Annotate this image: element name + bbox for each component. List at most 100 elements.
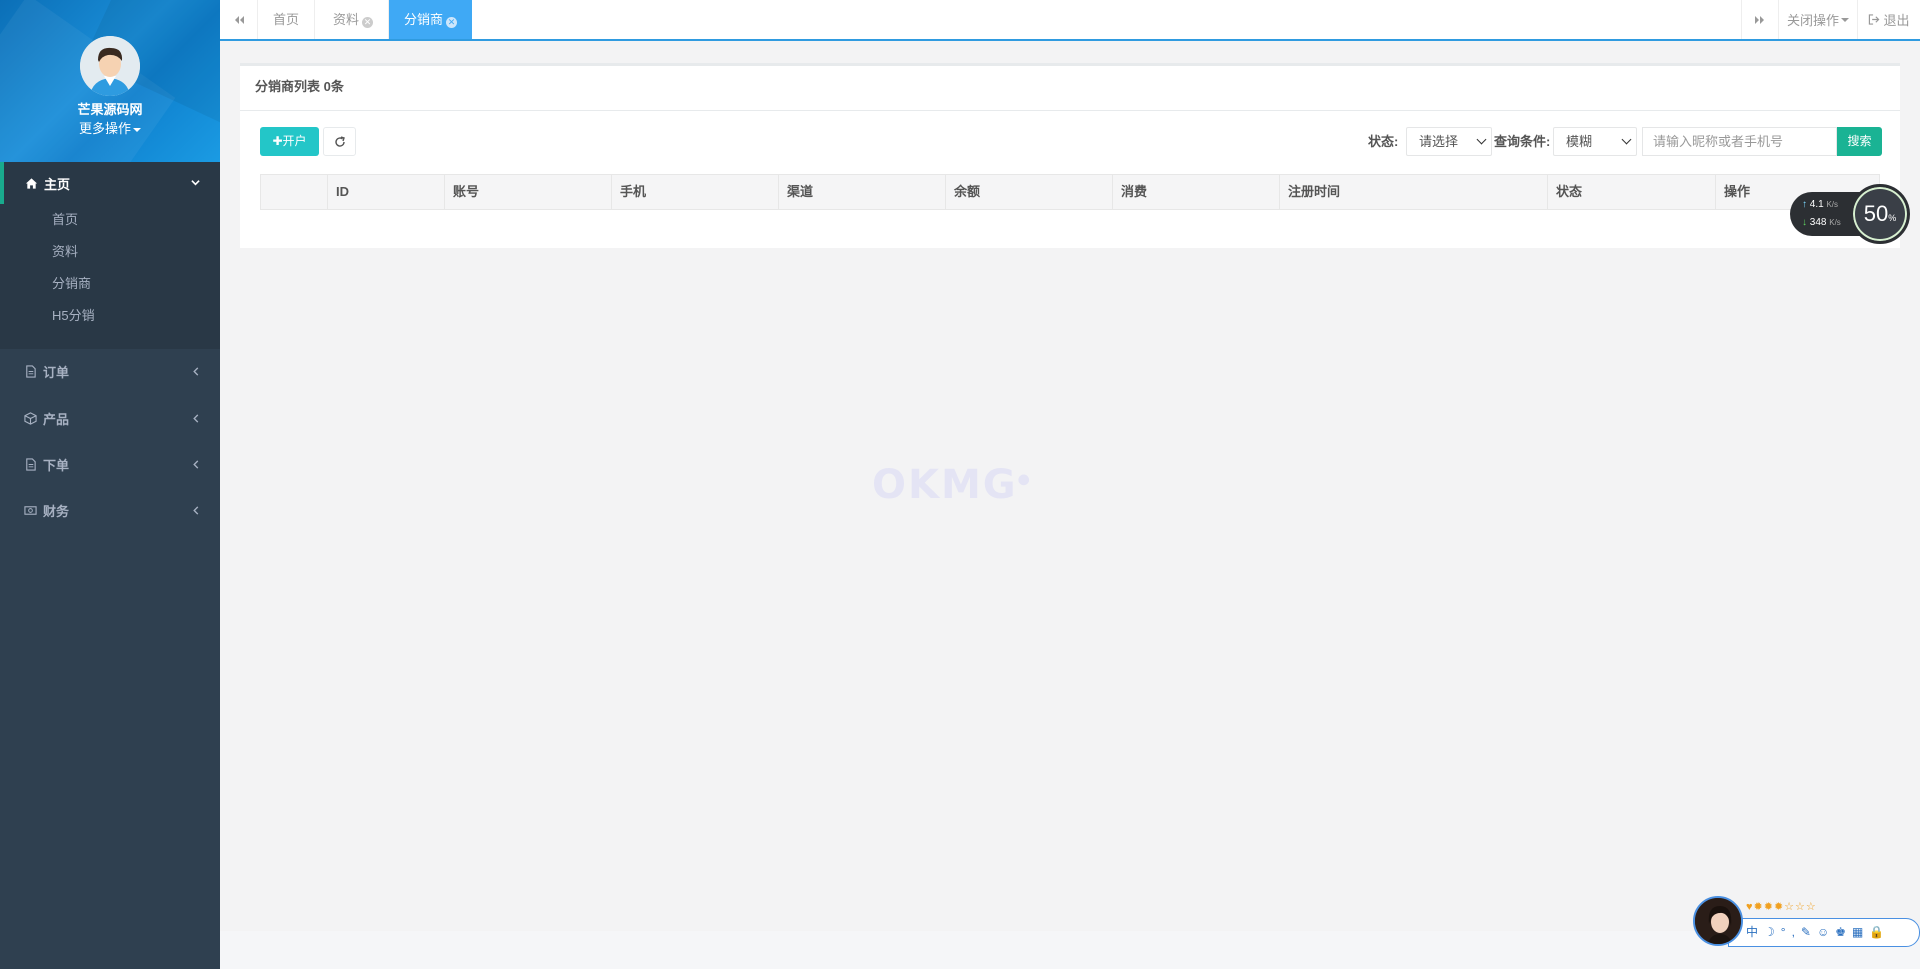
query-select-value: 模糊 xyxy=(1566,134,1593,149)
open-account-label: 开户 xyxy=(282,134,307,148)
table-header-phone[interactable]: 手机 xyxy=(611,175,778,209)
query-condition-label: 查询条件: xyxy=(1494,134,1551,149)
distributor-table-header: ID 账号 手机 渠道 余额 消费 注册时间 状态 操作 xyxy=(260,174,1880,210)
punctuation-icon[interactable]: °, xyxy=(1781,925,1801,939)
upload-unit: K/s xyxy=(1826,200,1839,209)
tab-bar: 首页 资料 ✕ 分销商 ✕ 关闭操作 退出 xyxy=(220,0,1920,41)
profile-header: 芒果源码网 更多操作 xyxy=(0,0,220,162)
upload-value: 4.1 xyxy=(1809,199,1824,210)
footer-strip xyxy=(220,931,1920,969)
sidebar-subitem-distributor[interactable]: 分销商 xyxy=(0,268,220,300)
grid-icon[interactable]: ▦ xyxy=(1852,925,1869,939)
download-speed: ↓ 348 K/s xyxy=(1802,217,1841,228)
chevron-down-icon xyxy=(1476,134,1487,145)
search-button[interactable]: 搜索 xyxy=(1837,127,1882,156)
upload-speed: ↑ 4.1 K/s xyxy=(1802,199,1838,210)
registered-icon: ● xyxy=(1017,471,1032,488)
nav-main-home[interactable]: 主页 xyxy=(0,162,220,204)
plus-icon: ✚ xyxy=(272,134,283,148)
tab-distributor[interactable]: 分销商 ✕ xyxy=(389,0,473,39)
distributor-list-panel: 分销商列表 0条 ✚开户 状态: 请选择 查询条件: 模糊 请输入昵称或者手机号… xyxy=(240,63,1900,248)
close-tab-icon[interactable]: ✕ xyxy=(446,17,458,28)
table-header-account[interactable]: 账号 xyxy=(444,175,611,209)
file-icon xyxy=(26,364,36,378)
nav-main-label: 主页 xyxy=(44,176,71,192)
more-actions-label: 更多操作 xyxy=(78,121,131,136)
chevron-down-icon xyxy=(191,180,200,186)
nav-main-section: 主页 首页 资料 分销商 H5分销 xyxy=(0,162,220,349)
double-chevron-right-icon xyxy=(1755,15,1764,24)
sidebar-subitem-home[interactable]: 首页 xyxy=(0,204,220,236)
close-ops-label: 关闭操作 xyxy=(1786,13,1839,28)
im-avatar[interactable] xyxy=(1693,896,1743,946)
table-header-consumption[interactable]: 消费 xyxy=(1112,175,1279,209)
refresh-icon xyxy=(334,135,345,147)
panel-title: 分销商列表 0条 xyxy=(240,66,1900,111)
chevron-down-icon xyxy=(1621,134,1632,145)
scroll-tabs-right-button[interactable] xyxy=(1741,0,1779,39)
sidebar-item-orders[interactable]: 订单 xyxy=(0,348,220,394)
okmg-watermark: OKMG● xyxy=(872,462,1032,508)
memory-gauge[interactable]: 50% xyxy=(1850,184,1910,244)
wrench-icon[interactable]: ✎ xyxy=(1801,925,1817,939)
sign-out-icon xyxy=(1869,14,1880,25)
more-actions-dropdown[interactable]: 更多操作 xyxy=(0,118,220,137)
avatar[interactable] xyxy=(80,36,140,96)
table-header-register-time[interactable]: 注册时间 xyxy=(1279,175,1547,209)
level-stars: ♥✹✹✹☆☆☆ xyxy=(1746,901,1817,913)
sidebar: 芒果源码网 更多操作 主页 首页 资料 分销商 H5分销 订单 产品 下单 财务 xyxy=(0,0,220,969)
moon-icon[interactable]: ☽ xyxy=(1764,925,1781,939)
gauge-value: 50 xyxy=(1863,201,1889,226)
download-value: 348 xyxy=(1809,217,1827,228)
lock-icon[interactable]: 🔒 xyxy=(1869,925,1890,939)
shirt-icon[interactable]: ♚ xyxy=(1835,925,1852,939)
logout-button[interactable]: 退出 xyxy=(1858,0,1920,39)
status-select[interactable]: 请选择 xyxy=(1406,127,1492,156)
tab-profile[interactable]: 资料 ✕ xyxy=(318,0,390,39)
status-filter-label: 状态: xyxy=(1368,134,1399,149)
file-icon xyxy=(26,457,36,471)
refresh-button[interactable] xyxy=(323,127,356,156)
smile-icon[interactable]: ☺ xyxy=(1817,925,1835,939)
sidebar-item-label: 产品 xyxy=(43,411,70,427)
home-icon xyxy=(25,177,38,189)
chinese-input-icon[interactable]: 中 xyxy=(1746,925,1764,939)
arrow-up-icon: ↑ xyxy=(1802,199,1807,210)
logout-label: 退出 xyxy=(1883,13,1910,28)
tab-home[interactable]: 首页 xyxy=(258,0,316,39)
chevron-left-icon xyxy=(193,367,199,376)
open-account-button[interactable]: ✚开户 xyxy=(260,127,319,156)
cube-icon xyxy=(24,411,37,425)
arrow-down-icon: ↓ xyxy=(1802,217,1807,228)
chevron-left-icon xyxy=(193,506,199,515)
caret-down-icon xyxy=(133,127,141,132)
sidebar-item-place-order[interactable]: 下单 xyxy=(0,441,220,487)
download-unit: K/s xyxy=(1829,218,1841,227)
gauge-unit: % xyxy=(1888,213,1897,223)
sidebar-item-label: 下单 xyxy=(43,457,70,473)
watermark-text: OKMG xyxy=(872,462,1018,508)
money-icon xyxy=(24,505,37,515)
sidebar-subitem-profile[interactable]: 资料 xyxy=(0,236,220,268)
close-operations-dropdown[interactable]: 关闭操作 xyxy=(1779,0,1858,39)
table-header-checkbox xyxy=(261,175,327,209)
tab-label: 分销商 xyxy=(404,12,444,27)
search-input[interactable]: 请输入昵称或者手机号 xyxy=(1642,127,1837,156)
im-toolbar-icons: 中☽°,✎☺♚▦🔒 xyxy=(1746,923,1890,940)
scroll-tabs-left-button[interactable] xyxy=(220,0,258,39)
sidebar-item-finance[interactable]: 财务 xyxy=(0,487,220,533)
table-header-id[interactable]: ID xyxy=(327,175,444,209)
close-tab-icon[interactable]: ✕ xyxy=(362,17,374,28)
double-chevron-left-icon xyxy=(234,15,244,24)
sidebar-item-label: 订单 xyxy=(43,364,70,380)
table-header-balance[interactable]: 余额 xyxy=(945,175,1112,209)
sidebar-item-products[interactable]: 产品 xyxy=(0,395,220,441)
sidebar-subitem-h5[interactable]: H5分销 xyxy=(0,300,220,332)
caret-down-icon xyxy=(1841,17,1849,22)
table-header-channel[interactable]: 渠道 xyxy=(778,175,945,209)
table-header-status[interactable]: 状态 xyxy=(1547,175,1715,209)
tab-label: 资料 xyxy=(333,12,360,27)
profile-name: 芒果源码网 xyxy=(77,102,143,117)
query-condition-select[interactable]: 模糊 xyxy=(1553,127,1637,156)
chevron-left-icon xyxy=(193,414,199,423)
